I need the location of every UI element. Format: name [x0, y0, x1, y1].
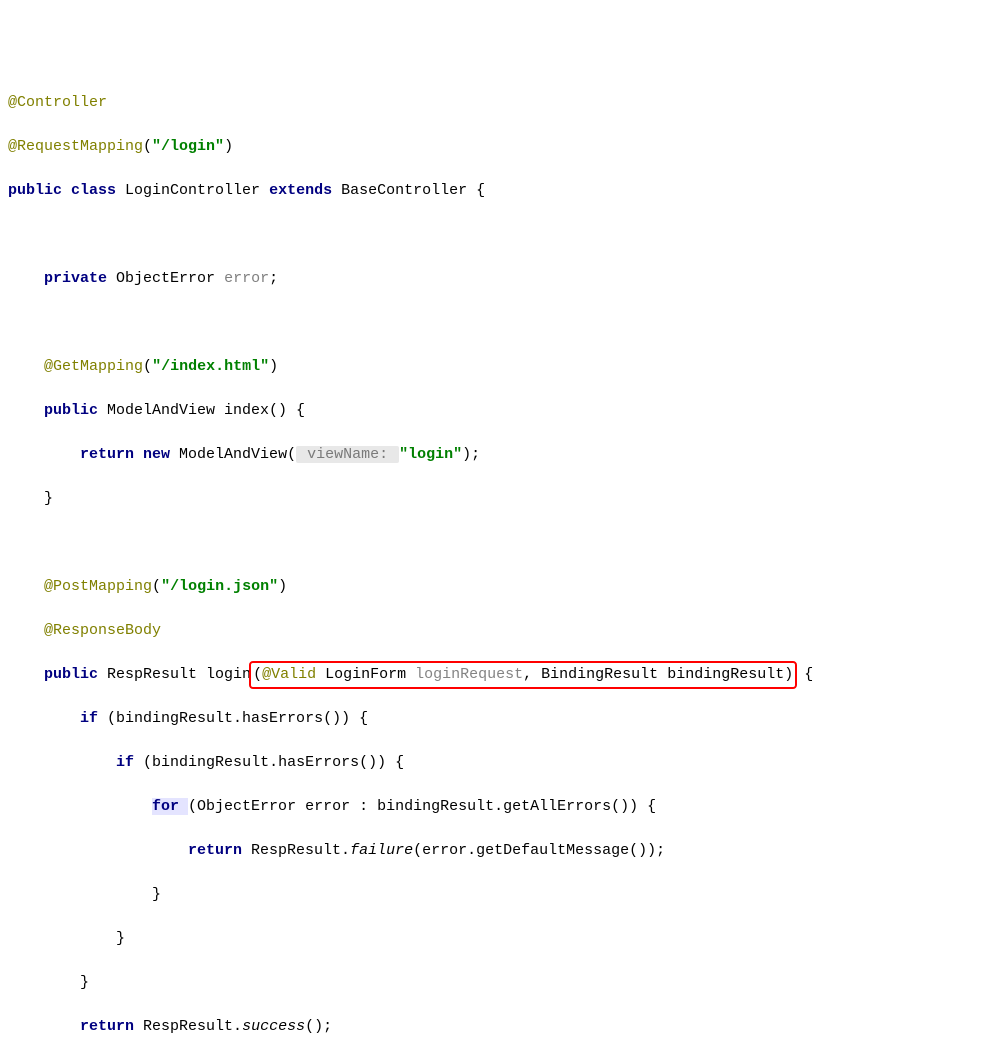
line-6	[8, 312, 981, 334]
line-11	[8, 532, 981, 554]
kw-if-2: if	[116, 754, 143, 771]
annotation-getmapping: @GetMapping	[44, 358, 143, 375]
string-login-json: "/login.json"	[161, 578, 278, 595]
param-loginrequest: loginRequest	[415, 666, 523, 683]
kw-return: return	[188, 842, 251, 859]
field-error: error	[224, 270, 269, 287]
line-1: @Controller	[8, 92, 981, 114]
line-22: return RespResult.success();	[8, 1016, 981, 1038]
kw-if: if	[80, 710, 107, 727]
annotation-postmapping: @PostMapping	[44, 578, 152, 595]
kw-public: public	[44, 402, 107, 419]
line-5: private ObjectError error;	[8, 268, 981, 290]
string-login: "/login"	[152, 138, 224, 155]
kw-return-2: return	[80, 1018, 143, 1035]
type-objecterror: ObjectError	[116, 270, 224, 287]
line-16: if (bindingResult.hasErrors()) {	[8, 752, 981, 774]
highlighted-params-box: (@Valid LoginForm loginRequest, BindingR…	[249, 661, 797, 689]
line-4	[8, 224, 981, 246]
line-2: @RequestMapping("/login")	[8, 136, 981, 158]
annotation-responsebody: @ResponseBody	[44, 622, 161, 639]
annotation-valid: @Valid	[262, 666, 316, 683]
method-login-name: RespResult login	[107, 666, 251, 683]
line-17: for (ObjectError error : bindingResult.g…	[8, 796, 981, 818]
kw-public-2: public	[44, 666, 107, 683]
line-9: return new ModelAndView( viewName: "logi…	[8, 444, 981, 466]
line-3: public class LoginController extends Bas…	[8, 180, 981, 202]
line-14: public RespResult login(@Valid LoginForm…	[8, 664, 981, 686]
string-login-view: "login"	[399, 446, 462, 463]
annotation-controller: @Controller	[8, 94, 107, 111]
annotation-requestmapping: @RequestMapping	[8, 138, 143, 155]
param-hint-viewname: viewName:	[296, 446, 399, 463]
kw-extends: extends	[269, 182, 341, 199]
string-index: "/index.html"	[152, 358, 269, 375]
kw-for: for	[152, 798, 188, 815]
line-15: if (bindingResult.hasErrors()) {	[8, 708, 981, 730]
line-8: public ModelAndView index() {	[8, 400, 981, 422]
method-failure: failure	[350, 842, 413, 859]
line-13: @ResponseBody	[8, 620, 981, 642]
class-name: LoginController	[125, 182, 269, 199]
code-block: @Controller @RequestMapping("/login") pu…	[8, 70, 981, 1048]
line-20: }	[8, 928, 981, 950]
kw-public-class: public class	[8, 182, 125, 199]
line-19: }	[8, 884, 981, 906]
line-12: @PostMapping("/login.json")	[8, 576, 981, 598]
line-7: @GetMapping("/index.html")	[8, 356, 981, 378]
ctor-modelandview: ModelAndView(	[179, 446, 296, 463]
line-18: return RespResult.failure(error.getDefau…	[8, 840, 981, 862]
line-10: }	[8, 488, 981, 510]
kw-private: private	[44, 270, 116, 287]
kw-return-new: return new	[80, 446, 179, 463]
method-success: success	[242, 1018, 305, 1035]
line-21: }	[8, 972, 981, 994]
param-bindingresult: bindingResult	[667, 666, 784, 683]
base-class: BaseController {	[341, 182, 485, 199]
method-index-sig: ModelAndView index() {	[107, 402, 305, 419]
